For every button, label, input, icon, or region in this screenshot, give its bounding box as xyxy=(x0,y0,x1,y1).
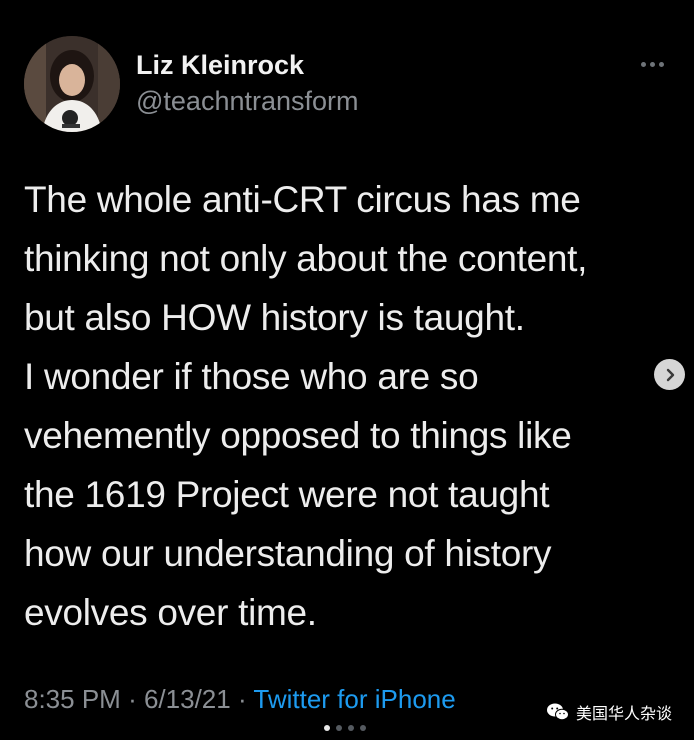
tweet-text-line: how our understanding of history xyxy=(24,533,552,574)
tweet-text-line: the 1619 Project were not taught xyxy=(24,474,550,515)
tweet-source-link[interactable]: Twitter for iPhone xyxy=(253,684,455,714)
pagination-dot[interactable] xyxy=(324,725,330,731)
watermark: 美国华人杂谈 xyxy=(546,700,672,724)
pagination-dot[interactable] xyxy=(336,725,342,731)
tweet-text: The whole anti-CRT circus has me thinkin… xyxy=(24,170,654,642)
avatar-image xyxy=(24,36,120,132)
wechat-icon xyxy=(547,703,569,721)
tweet-meta: 8:35 PM · 6/13/21 · Twitter for iPhone xyxy=(24,682,456,716)
pagination-dot[interactable] xyxy=(348,725,354,731)
tweet-time: 8:35 PM xyxy=(24,684,121,714)
pagination-dots xyxy=(324,725,366,731)
more-horizontal-icon xyxy=(640,61,646,67)
author-avatar[interactable] xyxy=(24,36,120,132)
tweet-text-line: vehemently opposed to things like xyxy=(24,415,572,456)
tweet-text-line: evolves over time. xyxy=(24,592,317,633)
pagination-dot[interactable] xyxy=(360,725,366,731)
author-handle[interactable]: @teachntransform xyxy=(136,84,359,118)
next-image-button[interactable] xyxy=(654,359,685,390)
tweet-text-line: thinking not only about the content, xyxy=(24,238,588,279)
meta-separator: · xyxy=(237,684,247,714)
tweet-text-line: The whole anti-CRT circus has me xyxy=(24,179,581,220)
meta-separator: · xyxy=(128,684,137,714)
tweet-date[interactable]: 6/13/21 xyxy=(144,684,231,714)
more-options-button[interactable] xyxy=(632,52,672,76)
author-name[interactable]: Liz Kleinrock xyxy=(136,48,304,82)
watermark-text: 美国华人杂谈 xyxy=(576,704,673,723)
chevron-right-icon xyxy=(666,368,674,381)
tweet-text-line: but also HOW history is taught. xyxy=(24,297,525,338)
tweet-text-line: I wonder if those who are so xyxy=(24,356,479,397)
